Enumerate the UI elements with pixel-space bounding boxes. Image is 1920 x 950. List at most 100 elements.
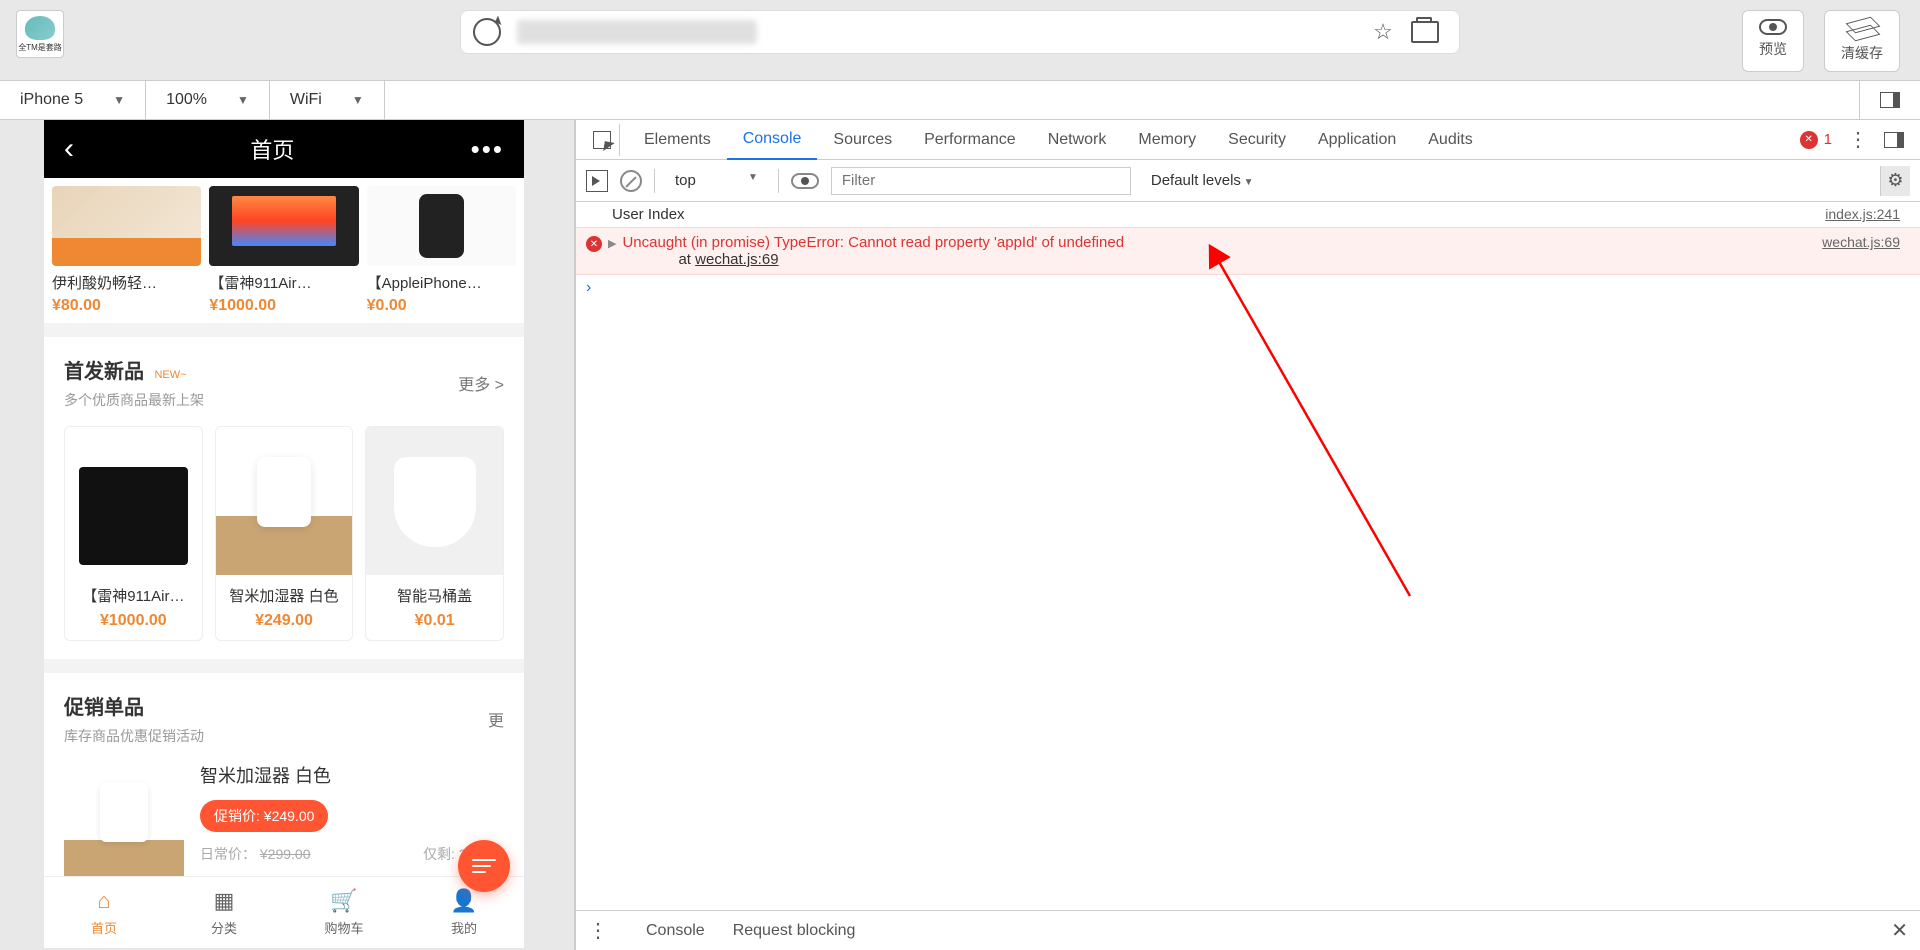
error-badge-icon[interactable] — [1800, 131, 1818, 149]
product-row: 伊利酸奶畅轻… ¥80.00 【雷神911Air… ¥1000.00 【Appl… — [44, 178, 524, 323]
tab-elements[interactable]: Elements — [628, 120, 727, 160]
app-logo: 全TM是套路 — [16, 10, 64, 58]
new-products-section: 首发新品 NEW~ 多个优质商品最新上架 更多 > 【雷神911Air… ¥10… — [44, 337, 524, 659]
kebab-menu-icon[interactable]: ⋮ — [1848, 127, 1868, 152]
product-name: 【AppleiPhone… — [367, 272, 516, 293]
drawer-tab-request-blocking[interactable]: Request blocking — [733, 922, 856, 940]
tab-mine[interactable]: 👤我的 — [404, 877, 524, 948]
element-inspector-button[interactable] — [584, 124, 620, 156]
url-blurred — [517, 20, 757, 44]
clear-console-icon[interactable] — [620, 170, 642, 192]
tab-network[interactable]: Network — [1032, 120, 1123, 160]
phone-content[interactable]: 伊利酸奶畅轻… ¥80.00 【雷神911Air… ¥1000.00 【Appl… — [44, 178, 524, 876]
product-name: 伊利酸奶畅轻… — [52, 272, 201, 293]
chevron-down-icon: ▼ — [113, 93, 125, 107]
product-image — [209, 186, 358, 266]
expand-arrow-icon[interactable]: ▶ — [608, 237, 616, 250]
product-card[interactable]: 智能马桶盖 ¥0.01 — [365, 426, 504, 641]
grid-icon: ▦ — [211, 888, 237, 914]
product-card[interactable]: 智米加湿器 白色 ¥249.00 — [215, 426, 354, 641]
section-subtitle: 多个优质商品最新上架 — [64, 390, 204, 410]
section-title: 首发新品 — [64, 361, 144, 383]
product-name: 【雷神911Air… — [209, 272, 358, 293]
log-source-link[interactable]: index.js:241 — [1825, 206, 1900, 223]
url-bar[interactable]: ☆ — [460, 10, 1460, 54]
live-expression-icon[interactable] — [791, 173, 819, 189]
layers-icon — [1850, 19, 1874, 39]
more-link[interactable]: 更多 > — [458, 371, 504, 395]
floating-action-button[interactable] — [458, 840, 510, 892]
product-image — [366, 427, 503, 575]
clear-cache-label: 清缓存 — [1841, 43, 1883, 63]
console-output[interactable]: User Index index.js:241 ✕ ▶ Uncaught (in… — [576, 202, 1920, 910]
home-icon: ⌂ — [91, 888, 117, 914]
console-error-entry: ✕ ▶ Uncaught (in promise) TypeError: Can… — [576, 227, 1920, 275]
error-count: 1 — [1824, 131, 1832, 148]
product-image — [64, 762, 184, 876]
dock-side-icon[interactable] — [1884, 132, 1904, 148]
error-source-link[interactable]: wechat.js:69 — [1822, 234, 1900, 268]
section-subtitle: 库存商品优惠促销活动 — [64, 726, 204, 746]
section-title: 促销单品 — [64, 697, 144, 719]
tab-security[interactable]: Security — [1212, 120, 1302, 160]
product-card[interactable]: 【AppleiPhone… ¥0.00 — [367, 186, 516, 315]
tab-console[interactable]: Console — [727, 120, 818, 160]
log-levels-selector[interactable]: Default levels — [1143, 168, 1262, 193]
drawer-menu-icon[interactable]: ⋮ — [588, 918, 608, 943]
context-selector[interactable]: top — [667, 168, 766, 193]
device-selector[interactable]: iPhone 5▼ — [0, 81, 146, 119]
phone-simulator-panel: ‹ 首页 ••• 伊利酸奶畅轻… ¥80.00 【雷神911Air… ¥1000… — [0, 120, 576, 950]
bookmark-star-icon[interactable]: ☆ — [1371, 20, 1395, 44]
product-price: ¥0.01 — [366, 612, 503, 630]
promo-price-badge: 促销价: ¥249.00 — [200, 800, 328, 832]
phone-nav-bar: ‹ 首页 ••• — [44, 120, 524, 178]
close-drawer-icon[interactable]: ✕ — [1891, 918, 1908, 943]
execution-context-icon[interactable] — [586, 170, 608, 192]
tab-sources[interactable]: Sources — [817, 120, 908, 160]
product-image — [65, 427, 202, 575]
product-card[interactable]: 【雷神911Air… ¥1000.00 — [64, 426, 203, 641]
console-toolbar: top Default levels ⚙ — [576, 160, 1920, 202]
console-prompt[interactable]: › — [576, 275, 1920, 301]
tab-home[interactable]: ⌂首页 — [44, 877, 164, 948]
more-link[interactable]: 更 — [488, 707, 504, 731]
product-name: 智米加湿器 白色 — [216, 585, 353, 606]
zoom-selector[interactable]: 100%▼ — [146, 81, 270, 119]
error-stack-link[interactable]: wechat.js:69 — [695, 251, 778, 268]
preview-button[interactable]: 预览 — [1742, 10, 1804, 72]
filter-input[interactable] — [831, 167, 1131, 195]
error-icon: ✕ — [586, 236, 602, 252]
folder-icon[interactable] — [1411, 21, 1439, 43]
preview-label: 预览 — [1759, 39, 1787, 59]
promo-item[interactable]: 智米加湿器 白色 促销价: ¥249.00 日常价： ¥299.00 仅剩: 3… — [64, 762, 504, 876]
product-price: ¥249.00 — [216, 612, 353, 630]
tab-cart[interactable]: 🛒购物车 — [284, 877, 404, 948]
reload-icon[interactable] — [473, 18, 501, 46]
product-name: 【雷神911Air… — [65, 585, 202, 606]
user-icon: 👤 — [451, 888, 477, 914]
error-stack: at wechat.js:69 — [622, 251, 1124, 268]
phone-tab-bar: ⌂首页 ▦分类 🛒购物车 👤我的 — [44, 876, 524, 948]
product-grid: 【雷神911Air… ¥1000.00 智米加湿器 白色 ¥249.00 智能马… — [64, 426, 504, 641]
product-card[interactable]: 伊利酸奶畅轻… ¥80.00 — [52, 186, 201, 315]
product-price: ¥0.00 — [367, 297, 516, 315]
tab-application[interactable]: Application — [1302, 120, 1412, 160]
back-arrow-icon[interactable]: ‹ — [64, 132, 74, 166]
drawer-tab-console[interactable]: Console — [646, 922, 705, 940]
browser-top-bar: 全TM是套路 ☆ 预览 清缓存 — [0, 0, 1920, 80]
simulator-selectors: iPhone 5▼ 100%▼ WiFi▼ — [0, 80, 1920, 120]
tab-audits[interactable]: Audits — [1412, 120, 1488, 160]
network-selector[interactable]: WiFi▼ — [270, 81, 385, 119]
page-title: 首页 — [250, 133, 294, 165]
clear-cache-button[interactable]: 清缓存 — [1824, 10, 1900, 72]
dock-button[interactable] — [1859, 81, 1920, 119]
tab-category[interactable]: ▦分类 — [164, 877, 284, 948]
product-name: 智米加湿器 白色 — [200, 762, 504, 788]
more-dots-icon[interactable]: ••• — [471, 134, 504, 165]
product-card[interactable]: 【雷神911Air… ¥1000.00 — [209, 186, 358, 315]
tab-performance[interactable]: Performance — [908, 120, 1032, 160]
settings-gear-icon[interactable]: ⚙ — [1880, 166, 1910, 196]
console-log-entry: User Index index.js:241 — [576, 202, 1920, 227]
devtools-tabs: Elements Console Sources Performance Net… — [576, 120, 1920, 160]
tab-memory[interactable]: Memory — [1122, 120, 1212, 160]
